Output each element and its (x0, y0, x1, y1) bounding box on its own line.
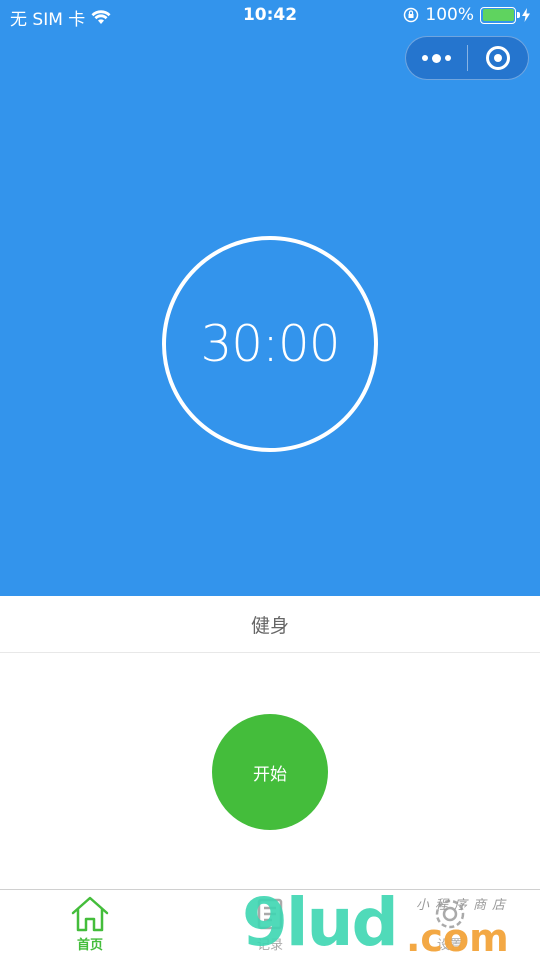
start-button[interactable]: 开始 (212, 714, 328, 830)
home-icon (71, 896, 109, 932)
record-icon (257, 898, 283, 930)
status-bar: 无 SIM 卡 10:42 100% (0, 0, 540, 30)
mode-label-row: 健身 (0, 596, 540, 653)
tab-record[interactable]: 记录 (180, 890, 360, 960)
tab-settings-label: 设置 (436, 938, 463, 953)
charging-icon (522, 8, 530, 22)
tab-bar: 首页 记录 设置 (0, 889, 540, 960)
timer-display: 30:00 (200, 315, 340, 373)
tab-record-label: 记录 (256, 938, 283, 953)
status-right: 100% (403, 5, 530, 25)
timer-ring: 30:00 (162, 236, 378, 452)
battery-fill (482, 9, 514, 21)
tab-settings[interactable]: 设置 (360, 890, 540, 960)
tab-home-label: 首页 (76, 938, 103, 953)
battery-percent: 100% (425, 5, 474, 25)
miniprogram-capsule (405, 36, 529, 80)
close-miniprogram-button[interactable] (467, 36, 528, 80)
battery-icon (480, 6, 520, 24)
tab-home[interactable]: 首页 (0, 890, 180, 960)
orientation-lock-icon (404, 7, 419, 23)
settings-icon (435, 899, 465, 929)
mode-label: 健身 (250, 614, 289, 637)
exit-target-icon (485, 46, 510, 70)
timer-panel: 无 SIM 卡 10:42 100% 30:00 (0, 0, 540, 596)
more-dots-icon (421, 53, 451, 63)
more-button[interactable] (406, 36, 467, 80)
